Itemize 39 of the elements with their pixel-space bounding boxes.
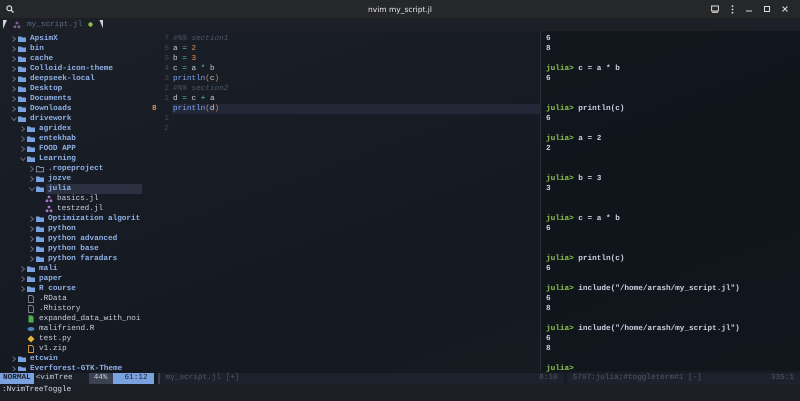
close-icon[interactable] xyxy=(782,6,788,12)
chevron-icon[interactable] xyxy=(11,106,17,112)
chevron-icon[interactable] xyxy=(11,366,17,371)
chevron-icon[interactable] xyxy=(20,156,26,162)
chevron-icon[interactable] xyxy=(29,186,35,192)
chevron-icon[interactable] xyxy=(29,256,35,262)
chevron-icon[interactable] xyxy=(11,36,17,42)
chevron-icon[interactable] xyxy=(11,56,17,62)
chevron-icon[interactable] xyxy=(20,276,26,282)
chevron-icon[interactable] xyxy=(29,226,35,232)
chevron-icon[interactable] xyxy=(20,286,26,292)
chevron-icon[interactable] xyxy=(11,76,17,82)
file-icon xyxy=(27,345,35,353)
dots-icon xyxy=(45,195,53,203)
maximize-icon[interactable] xyxy=(764,6,770,12)
chevron-icon[interactable] xyxy=(29,176,35,182)
eye-icon xyxy=(27,325,35,333)
dots-icon xyxy=(13,20,21,28)
chevron-icon[interactable] xyxy=(11,86,17,92)
chevron-icon[interactable] xyxy=(11,356,17,362)
chevron-icon[interactable] xyxy=(11,116,17,122)
menu-icon[interactable] xyxy=(731,4,734,14)
diamond-icon xyxy=(27,335,35,343)
tab-edge xyxy=(99,20,104,29)
chevron-icon[interactable] xyxy=(11,46,17,52)
chevron-icon[interactable] xyxy=(20,266,26,272)
chevron-icon[interactable] xyxy=(29,166,35,172)
chevron-icon[interactable] xyxy=(20,146,26,152)
chevron-icon[interactable] xyxy=(11,96,17,102)
screen-icon[interactable] xyxy=(711,5,719,13)
search-icon[interactable] xyxy=(6,5,14,13)
chevron-icon[interactable] xyxy=(20,136,26,142)
chevron-icon[interactable] xyxy=(29,246,35,252)
dots-icon xyxy=(45,205,53,213)
chevron-icon[interactable] xyxy=(20,126,26,132)
tab-edge xyxy=(3,20,7,29)
chevron-icon[interactable] xyxy=(29,236,35,242)
chevron-icon[interactable] xyxy=(29,216,35,222)
chevron-icon[interactable] xyxy=(11,66,17,72)
